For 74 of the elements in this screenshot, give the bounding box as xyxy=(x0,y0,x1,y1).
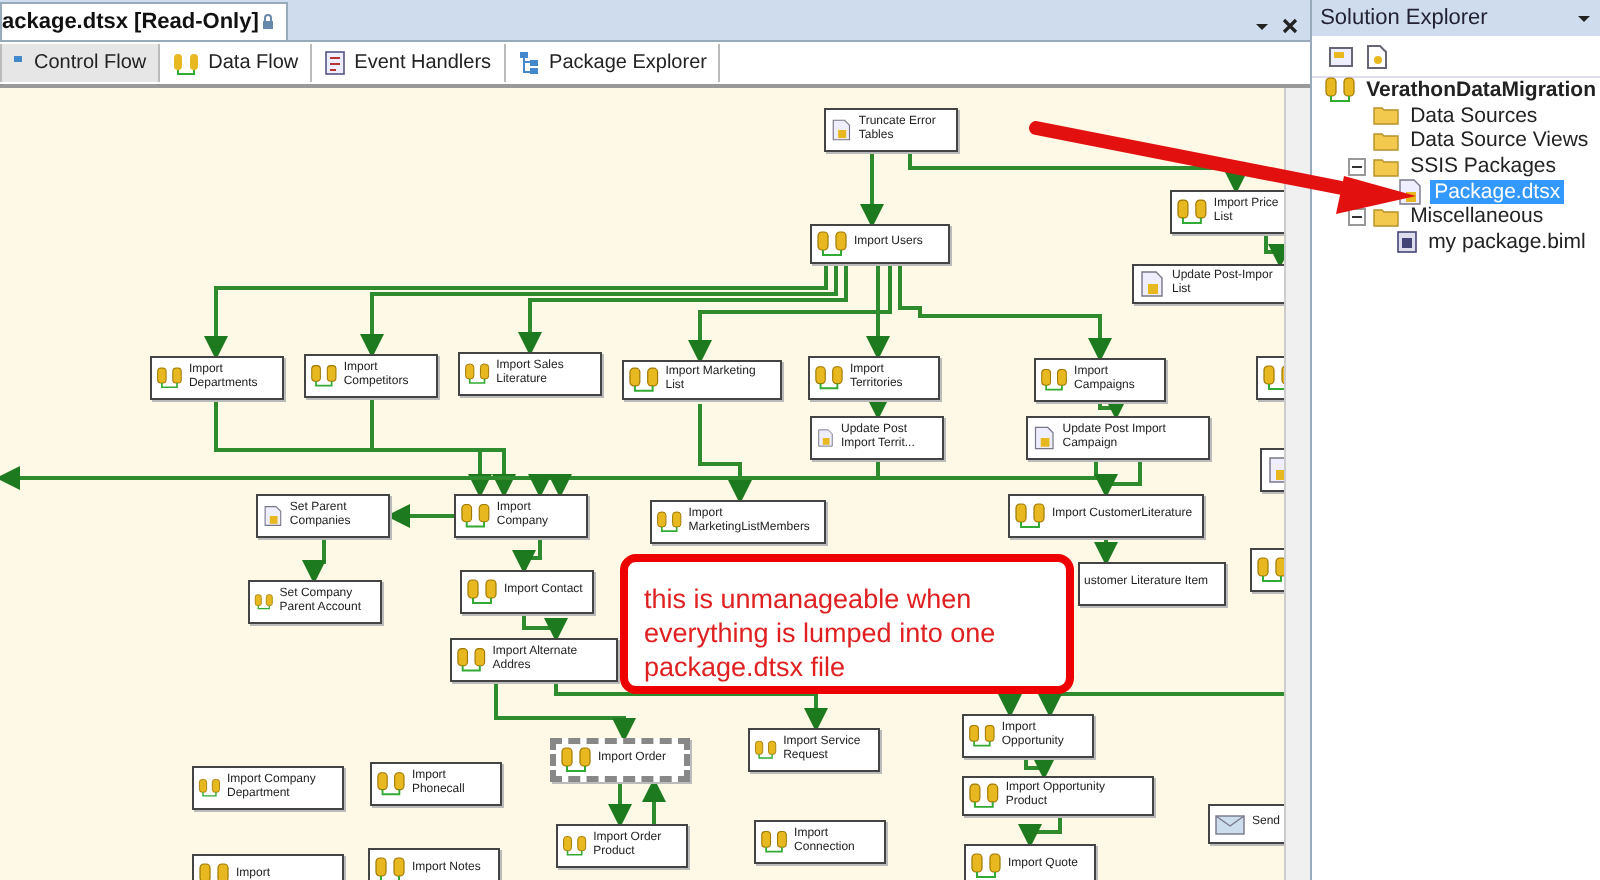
data-flow-icon xyxy=(376,770,406,798)
connector-line xyxy=(860,152,884,228)
data-flow-icon xyxy=(1324,76,1357,105)
dropdown-icon[interactable] xyxy=(1254,18,1271,34)
data-flow-icon xyxy=(656,508,683,536)
envelope-icon xyxy=(1214,812,1246,836)
data-flow-icon xyxy=(968,722,996,750)
panel-title: Solution Explorer xyxy=(1320,6,1488,30)
data-flow-icon xyxy=(754,736,778,764)
data-flow-icon xyxy=(1176,198,1208,226)
data-flow-icon xyxy=(172,51,201,75)
collapse-icon[interactable] xyxy=(1348,207,1367,226)
script-task-icon xyxy=(816,424,835,452)
file-icon xyxy=(1396,229,1419,254)
data-flow-icon xyxy=(1256,556,1285,584)
connector-line xyxy=(998,688,1022,718)
data-flow-icon xyxy=(970,852,1002,880)
data-flow-icon xyxy=(1262,364,1285,392)
data-flow-icon xyxy=(1014,502,1046,530)
tree-item[interactable]: my package.biml xyxy=(1424,229,1590,254)
data-flow-icon xyxy=(464,360,491,388)
event-handler-icon xyxy=(324,50,347,76)
connector-line xyxy=(386,504,454,528)
dropdown-icon[interactable] xyxy=(1576,10,1592,26)
document-title: ackage.dtsx [Read-Only] xyxy=(2,10,259,34)
data-flow-icon xyxy=(560,746,592,774)
connector-line xyxy=(1024,756,1056,780)
annotation-callout: this is unmanageable when everything is lumped into one package.dtsx file xyxy=(620,554,1074,694)
properties-icon[interactable] xyxy=(1328,43,1357,69)
tree-item[interactable]: Data Sources xyxy=(1406,103,1542,128)
script-task-icon xyxy=(262,502,284,530)
data-flow-icon xyxy=(466,578,498,606)
script-task-icon xyxy=(1138,270,1166,298)
close-icon[interactable] xyxy=(1282,18,1299,34)
scrollbar[interactable] xyxy=(1284,88,1311,880)
data-flow-icon xyxy=(816,230,848,258)
connector-line xyxy=(302,538,326,584)
document-icon[interactable] xyxy=(1364,43,1389,69)
tree-item[interactable]: Data Source Views xyxy=(1406,128,1593,153)
folder-icon xyxy=(1372,129,1401,152)
data-flow-icon xyxy=(456,646,487,674)
script-task-icon xyxy=(1032,424,1057,452)
data-flow-icon xyxy=(198,774,221,802)
data-flow-icon xyxy=(156,364,183,392)
designer-tab[interactable]: Package Explorer xyxy=(505,44,721,82)
data-flow-icon xyxy=(562,832,588,860)
data-flow-icon xyxy=(374,856,406,880)
connector-line xyxy=(1094,538,1118,566)
connector-line xyxy=(866,396,890,420)
script-task-icon xyxy=(830,116,853,144)
data-flow-icon xyxy=(760,828,789,856)
folder-icon xyxy=(1372,104,1401,127)
data-flow-icon xyxy=(968,782,1000,810)
designer-tab[interactable]: Data Flow xyxy=(160,44,313,82)
tree-item[interactable]: SSIS Packages xyxy=(1406,154,1561,179)
connector-line xyxy=(1018,816,1062,848)
connector-line xyxy=(512,538,542,574)
designer-tab[interactable]: Event Handlers xyxy=(312,44,506,82)
connector-line xyxy=(522,614,568,642)
connector-line xyxy=(608,782,632,828)
connector-line xyxy=(642,778,666,824)
package-explorer-icon xyxy=(517,50,542,76)
designer-tab[interactable]: Control Flow xyxy=(0,44,161,82)
document-tab[interactable]: ackage.dtsx [Read-Only] xyxy=(0,2,289,40)
connector-line xyxy=(1264,234,1285,268)
tree-item[interactable]: Miscellaneous xyxy=(1406,204,1548,229)
folder-icon xyxy=(1372,205,1401,228)
data-flow-icon xyxy=(310,362,338,390)
collapse-icon[interactable] xyxy=(1348,157,1367,176)
data-flow-icon xyxy=(814,364,844,392)
data-flow-icon xyxy=(1040,366,1069,394)
data-flow-icon xyxy=(460,502,491,530)
data-flow-icon xyxy=(628,366,660,394)
tree-item[interactable]: VerathonDataMigration xyxy=(1362,78,1600,103)
